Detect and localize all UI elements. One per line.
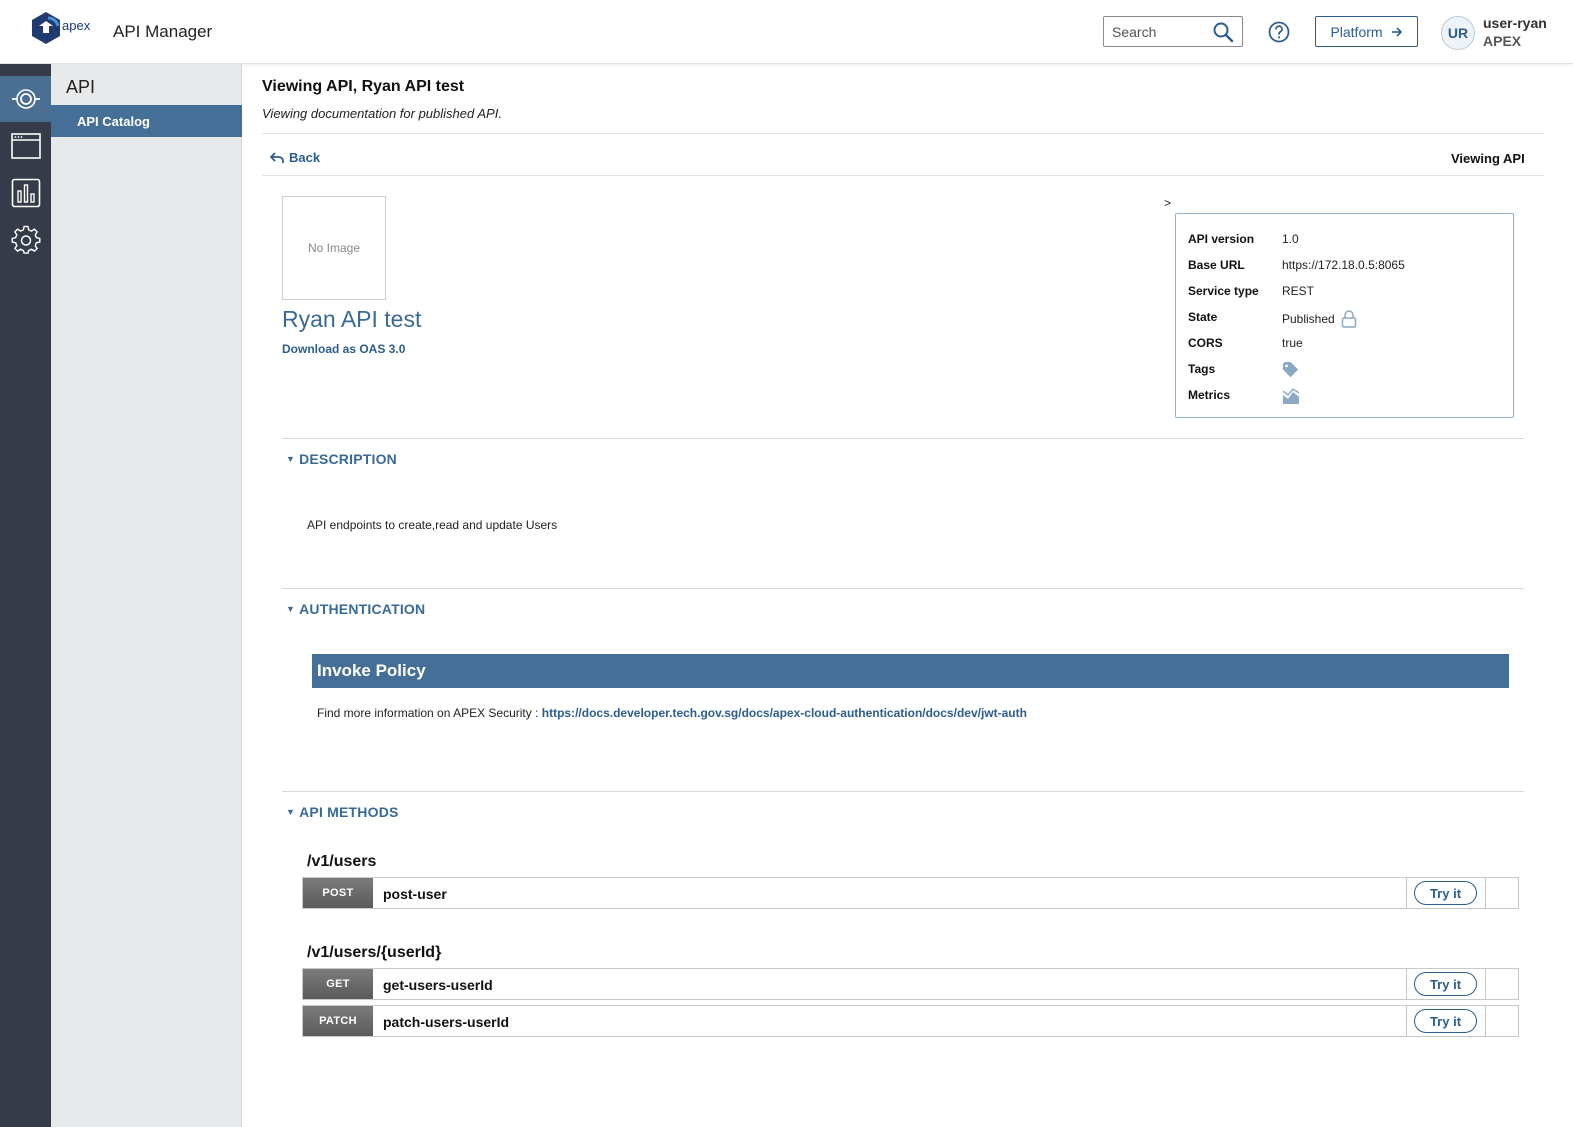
- info-value: true: [1282, 336, 1303, 350]
- arrow-right-icon: [1391, 26, 1402, 37]
- metrics-icon[interactable]: [1282, 388, 1300, 404]
- info-label: API version: [1188, 232, 1255, 246]
- method-verb: PATCH: [303, 1006, 373, 1036]
- try-cell: Try it: [1406, 1006, 1486, 1036]
- state-value: Published: [1282, 312, 1335, 326]
- try-cell: Try it: [1406, 878, 1486, 908]
- top-header: apex API Manager Platform UR user-ryan A…: [0, 0, 1573, 64]
- description-section-toggle[interactable]: ▼ DESCRIPTION: [286, 451, 397, 467]
- caret-down-icon: ▼: [286, 807, 296, 817]
- try-it-button[interactable]: Try it: [1414, 972, 1477, 996]
- caret-down-icon: ▼: [286, 604, 296, 614]
- path-title: /v1/users: [307, 853, 377, 870]
- rail-item-api[interactable]: [0, 76, 51, 122]
- info-label: Metrics: [1188, 388, 1231, 402]
- api-methods-heading: API METHODS: [299, 804, 399, 820]
- app-title: API Manager: [113, 22, 213, 41]
- divider: [282, 791, 1524, 792]
- info-value: [1282, 362, 1300, 378]
- caret-down-icon: ▼: [286, 454, 296, 464]
- page-title: Viewing API, Ryan API test: [262, 78, 465, 95]
- tag-icon[interactable]: [1282, 362, 1300, 378]
- icon-rail: [0, 64, 51, 1127]
- download-oas-link[interactable]: Download as OAS 3.0: [282, 342, 405, 356]
- api-methods-section-toggle[interactable]: ▼ API METHODS: [286, 804, 399, 820]
- user-org: APEX: [1483, 33, 1522, 49]
- info-value: [1282, 388, 1300, 404]
- side-panel: API API Catalog: [51, 64, 242, 1127]
- api-image-placeholder: No Image: [282, 196, 386, 300]
- info-value: https://172.18.0.5:8065: [1282, 258, 1405, 272]
- method-name: get-users-userId: [383, 977, 493, 993]
- info-label: CORS: [1188, 336, 1223, 350]
- back-link[interactable]: Back: [270, 150, 320, 165]
- rail-item-apps[interactable]: [0, 123, 51, 169]
- policy-info-text: Find more information on APEX Security :: [317, 706, 542, 720]
- platform-button-label: Platform: [1330, 23, 1383, 40]
- method-verb: GET: [303, 969, 373, 999]
- browser-window-icon: [10, 133, 41, 159]
- divider: [262, 175, 1544, 176]
- api-info-box: API version 1.0 Base URL https://172.18.…: [1175, 213, 1514, 418]
- info-label: State: [1188, 310, 1218, 324]
- description-text: API endpoints to create,read and update …: [307, 518, 558, 532]
- api-name: Ryan API test: [282, 306, 422, 332]
- method-row[interactable]: GET get-users-userId Try it: [302, 968, 1519, 1000]
- rail-item-analytics[interactable]: [0, 170, 51, 216]
- rail-item-settings[interactable]: [0, 217, 51, 263]
- method-row[interactable]: PATCH patch-users-userId Try it: [302, 1005, 1519, 1037]
- back-arrow-icon: [270, 151, 284, 163]
- page-subtitle: Viewing documentation for published API.: [262, 106, 502, 121]
- info-value: 1.0: [1282, 232, 1299, 246]
- divider: [282, 438, 1524, 439]
- help-icon[interactable]: [1268, 21, 1290, 43]
- authentication-heading: AUTHENTICATION: [299, 601, 426, 617]
- info-label: Tags: [1188, 362, 1216, 376]
- method-verb: POST: [303, 878, 373, 908]
- search-icon[interactable]: [1212, 21, 1234, 43]
- info-label: Service type: [1188, 284, 1259, 298]
- sidebar-item-api-catalog[interactable]: API Catalog: [51, 105, 242, 137]
- platform-button[interactable]: Platform: [1315, 16, 1418, 47]
- method-name: post-user: [383, 886, 447, 902]
- description-heading: DESCRIPTION: [299, 451, 397, 467]
- invoke-policy-header: Invoke Policy: [312, 654, 1509, 688]
- avatar[interactable]: UR: [1441, 16, 1475, 50]
- authentication-section-toggle[interactable]: ▼ AUTHENTICATION: [286, 601, 425, 617]
- gear-icon: [11, 225, 40, 254]
- info-toggle[interactable]: >: [1164, 196, 1171, 210]
- user-name[interactable]: user-ryan: [1483, 15, 1547, 31]
- side-panel-title: API: [66, 77, 96, 97]
- policy-info: Find more information on APEX Security :…: [317, 706, 1027, 720]
- method-name: patch-users-userId: [383, 1014, 510, 1030]
- info-value: REST: [1282, 284, 1315, 298]
- try-it-button[interactable]: Try it: [1414, 1009, 1477, 1033]
- method-row[interactable]: POST post-user Try it: [302, 877, 1519, 909]
- info-value: Published: [1282, 310, 1357, 328]
- lock-icon: [1341, 310, 1356, 328]
- main-content: Viewing API, Ryan API test Viewing docum…: [242, 64, 1573, 1127]
- breadcrumb: Viewing API: [1451, 151, 1525, 166]
- bar-chart-icon: [11, 178, 40, 208]
- divider: [282, 588, 1524, 589]
- apex-security-link[interactable]: https://docs.developer.tech.gov.sg/docs/…: [542, 706, 1027, 720]
- divider: [262, 133, 1544, 134]
- logo-text: apex: [62, 18, 91, 33]
- path-title: /v1/users/{userId}: [307, 944, 442, 961]
- info-label: Base URL: [1188, 258, 1245, 272]
- api-icon: [11, 89, 40, 109]
- try-it-button[interactable]: Try it: [1414, 881, 1477, 905]
- back-label: Back: [289, 150, 321, 165]
- try-cell: Try it: [1406, 969, 1486, 999]
